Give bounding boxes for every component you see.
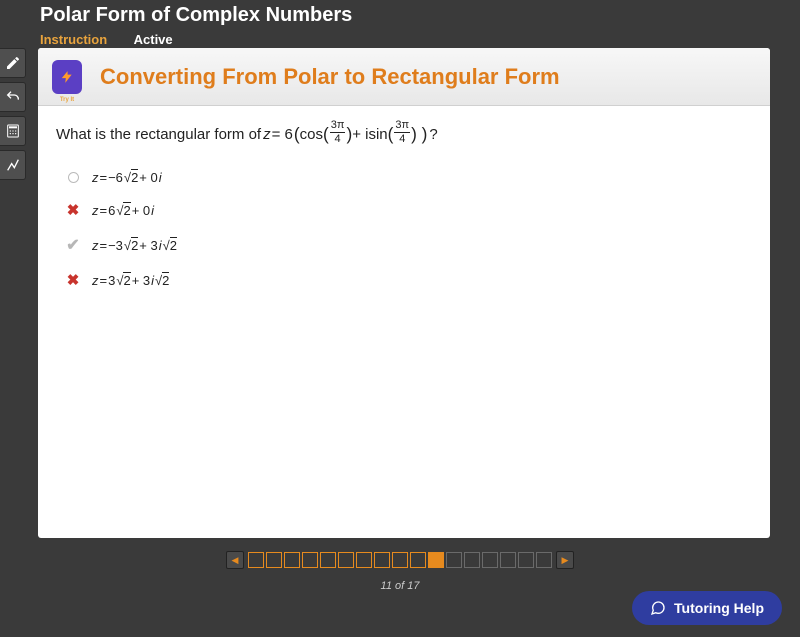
question-text: What is the rectangular form of z = 6 ( … xyxy=(56,122,752,147)
tab-active[interactable]: Active xyxy=(134,32,173,47)
option-expression: z = 6√2 + 0i xyxy=(92,202,154,218)
pager-step-11[interactable] xyxy=(428,552,444,568)
pager-step-8[interactable] xyxy=(374,552,390,568)
plus-i: + i xyxy=(352,126,368,143)
pager-step-4[interactable] xyxy=(302,552,318,568)
correct-icon: ✔ xyxy=(64,235,82,255)
tryit-badge: Try It xyxy=(52,60,82,94)
option-expression: z = −3√2 + 3i√2 xyxy=(92,237,177,253)
tryit-label: Try It xyxy=(52,97,82,103)
outer-paren: ( cos ( 3π 4 ) + i sin ( 3π 4 ) ) xyxy=(294,122,428,147)
option-expression: z = −6√2 + 0i xyxy=(92,169,162,185)
pager-step-16 xyxy=(518,552,534,568)
content-area: What is the rectangular form of z = 6 ( … xyxy=(38,106,770,321)
undo-tool[interactable] xyxy=(0,82,26,112)
answer-option-1[interactable]: ✖ z = 6√2 + 0i xyxy=(64,201,752,219)
option-expression: z = 3√2 + 3i√2 xyxy=(92,272,169,288)
cos-label: cos xyxy=(300,126,323,143)
pager-step-2[interactable] xyxy=(266,552,282,568)
pager-step-10[interactable] xyxy=(410,552,426,568)
page-title: Polar Form of Complex Numbers xyxy=(40,4,760,27)
pager-step-13 xyxy=(464,552,480,568)
chat-icon xyxy=(650,600,666,616)
answer-option-0[interactable]: z = −6√2 + 0i xyxy=(64,169,752,185)
banner-title: Converting From Polar to Rectangular For… xyxy=(100,64,560,90)
incorrect-icon: ✖ xyxy=(64,271,82,289)
question-prefix: What is the rectangular form of xyxy=(56,126,261,143)
card-banner: Try It Converting From Polar to Rectangu… xyxy=(38,48,770,106)
pager-step-3[interactable] xyxy=(284,552,300,568)
answer-option-3[interactable]: ✖ z = 3√2 + 3i√2 xyxy=(64,271,752,289)
bolt-icon xyxy=(60,68,74,86)
pager-step-1[interactable] xyxy=(248,552,264,568)
pager-prev-button[interactable]: ◀ xyxy=(226,551,244,569)
pager-next-button[interactable]: ▶ xyxy=(556,551,574,569)
pager-step-12 xyxy=(446,552,462,568)
radio-icon xyxy=(64,172,82,183)
pager-step-17 xyxy=(536,552,552,568)
answer-option-2[interactable]: ✔ z = −3√2 + 3i√2 xyxy=(64,235,752,255)
frac-den-2: 4 xyxy=(399,133,405,145)
undo-icon xyxy=(5,89,21,105)
equals-six: = 6 xyxy=(272,126,293,143)
pager-squares xyxy=(248,552,552,568)
pager-step-7[interactable] xyxy=(356,552,372,568)
pager-step-15 xyxy=(500,552,516,568)
stats-icon xyxy=(5,157,21,173)
pager-step-14 xyxy=(482,552,498,568)
fraction-sin: 3π 4 xyxy=(394,120,410,145)
sidebar xyxy=(0,48,26,184)
pager-row: ◀ ▶ xyxy=(221,548,579,572)
question-expression: z = 6 ( cos ( 3π 4 ) + i sin ( 3π xyxy=(263,122,427,147)
frac-num: 3π xyxy=(330,120,346,133)
tutoring-label: Tutoring Help xyxy=(674,600,764,616)
tabs: Instruction Active xyxy=(40,31,760,49)
fraction-cos: 3π 4 xyxy=(330,120,346,145)
pager: ◀ ▶ 11 of 17 xyxy=(0,548,800,592)
question-suffix: ? xyxy=(429,126,437,143)
content-card: Try It Converting From Polar to Rectangu… xyxy=(38,48,770,538)
sin-label: sin xyxy=(368,126,387,143)
calculator-tool[interactable] xyxy=(0,116,26,146)
pencil-icon xyxy=(5,55,21,71)
calculator-icon xyxy=(5,123,21,139)
var-z: z xyxy=(263,126,271,143)
incorrect-icon: ✖ xyxy=(64,201,82,219)
pencil-tool[interactable] xyxy=(0,48,26,78)
tab-instruction[interactable]: Instruction xyxy=(40,32,107,47)
frac-den: 4 xyxy=(335,133,341,145)
header: Polar Form of Complex Numbers Instructio… xyxy=(0,0,800,55)
pager-step-5[interactable] xyxy=(320,552,336,568)
stats-tool[interactable] xyxy=(0,150,26,180)
pager-step-6[interactable] xyxy=(338,552,354,568)
pager-step-9[interactable] xyxy=(392,552,408,568)
answer-options: z = −6√2 + 0i ✖ z = 6√2 + 0i ✔ z = −3√2 + 3i… xyxy=(56,169,752,289)
frac-num-2: 3π xyxy=(394,120,410,133)
tutoring-help-button[interactable]: Tutoring Help xyxy=(632,591,782,625)
